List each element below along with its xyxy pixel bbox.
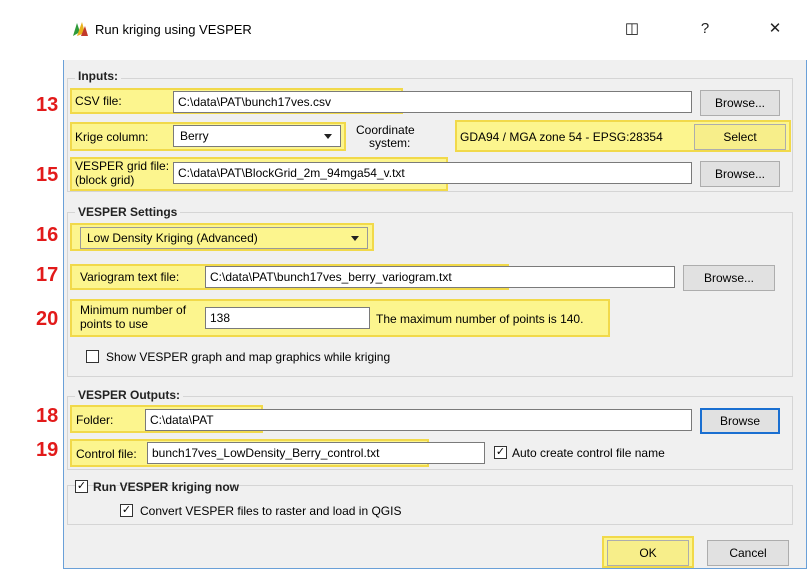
krige-column-value: Berry [180,129,209,143]
ok-button[interactable]: OK [607,540,689,566]
settings-heading: VESPER Settings [75,205,181,219]
grid-file-input[interactable]: C:\data\PAT\BlockGrid_2m_94mga54_v.txt [173,162,692,184]
folder-label: Folder: [76,413,114,427]
csv-label: CSV file: [75,94,122,108]
variogram-file-input[interactable]: C:\data\PAT\bunch17ves_berry_variogram.t… [205,266,675,288]
chevron-down-icon [324,134,332,139]
annotation-20: 20 [36,308,59,330]
folder-input[interactable]: C:\data\PAT [145,409,692,431]
annotation-16: 16 [36,224,59,246]
run-kriging-label: Run VESPER kriging now [93,480,240,494]
min-points-label: Minimum number of points to use [80,303,187,331]
convert-raster-label: Convert VESPER files to raster and load … [140,504,402,518]
max-points-note: The maximum number of points is 140. [376,312,584,326]
coordinate-select-button[interactable]: Select [694,124,786,150]
annotation-17: 17 [36,264,59,286]
show-graph-label: Show VESPER graph and map graphics while… [106,350,391,364]
app-icon [71,20,89,38]
control-file-input[interactable]: bunch17ves_LowDensity_Berry_control.txt [147,442,485,464]
coordinate-system-label: Coordinate system: [356,123,415,150]
chevron-down-icon [351,236,359,241]
restore-icon[interactable]: ◫ [617,16,647,42]
outputs-heading: VESPER Outputs: [75,388,184,402]
kriging-method-value: Low Density Kriging (Advanced) [87,231,258,245]
krige-column-label: Krige column: [75,130,149,144]
krige-column-select[interactable]: Berry [173,125,341,147]
convert-raster-checkbox[interactable]: ✓ [120,504,133,517]
inputs-heading: Inputs: [75,69,121,83]
grid-browse-button[interactable]: Browse... [700,161,780,187]
auto-control-label: Auto create control file name [512,446,665,460]
variogram-label: Variogram text file: [80,270,180,284]
csv-browse-button[interactable]: Browse... [700,90,780,116]
kriging-method-select[interactable]: Low Density Kriging (Advanced) [80,227,368,249]
help-button[interactable]: ? [690,16,720,42]
folder-browse-button[interactable]: Browse [700,408,780,434]
control-file-label: Control file: [76,447,137,461]
window-title: Run kriging using VESPER [95,22,252,37]
variogram-browse-button[interactable]: Browse... [683,265,775,291]
cancel-button[interactable]: Cancel [707,540,789,566]
grid-file-label: VESPER grid file: (block grid) [75,159,170,187]
annotation-18: 18 [36,405,59,427]
min-points-input[interactable]: 138 [205,307,370,329]
auto-control-checkbox[interactable]: ✓ [494,446,507,459]
annotation-13: 13 [36,94,59,116]
csv-file-input[interactable]: C:\data\PAT\bunch17ves.csv [173,91,692,113]
run-kriging-checkbox[interactable]: ✓ [75,480,88,493]
close-button[interactable]: ✕ [760,16,790,42]
annotation-19: 19 [36,439,59,461]
show-graph-checkbox[interactable] [86,350,99,363]
coordinate-system-value: GDA94 / MGA zone 54 - EPSG:28354 [460,130,663,144]
annotation-15: 15 [36,164,59,186]
